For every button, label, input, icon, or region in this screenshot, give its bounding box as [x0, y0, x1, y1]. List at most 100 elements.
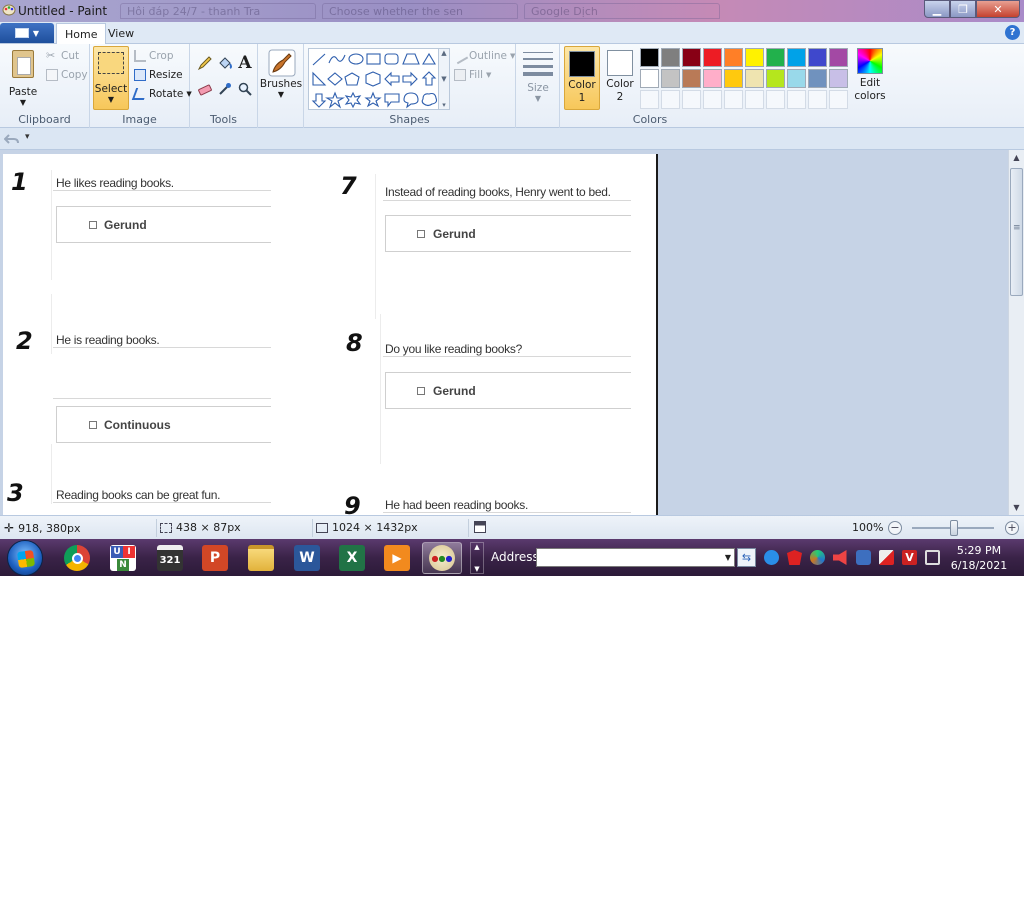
canvas-area[interactable]: 1 He likes reading books. Gerund 7 Inste…	[0, 150, 1008, 515]
color-swatch[interactable]	[640, 69, 659, 88]
rotate-button[interactable]: Rotate ▼	[131, 88, 192, 100]
color-swatch[interactable]	[787, 48, 806, 67]
color-swatch[interactable]	[745, 48, 764, 67]
color-swatch[interactable]	[703, 69, 722, 88]
tab-home[interactable]: Home	[56, 23, 107, 44]
divider	[375, 174, 376, 319]
custom-color-slot[interactable]	[829, 90, 848, 109]
custom-color-slot[interactable]	[766, 90, 785, 109]
paste-button[interactable]: Paste ▼	[6, 48, 40, 110]
color-swatch[interactable]	[808, 48, 827, 67]
cut-button[interactable]: ✂ Cut	[46, 50, 79, 63]
taskbar-media-player[interactable]: ▶	[377, 542, 417, 574]
fill-button[interactable]: Fill ▼	[454, 69, 491, 81]
vertical-scrollbar[interactable]: ▲ ▼	[1008, 150, 1024, 515]
zoom-in-button[interactable]: +	[1005, 521, 1019, 535]
taskbar-file-explorer[interactable]	[241, 542, 281, 574]
color-swatch[interactable]	[745, 69, 764, 88]
customize-qat-icon[interactable]: ▾	[25, 132, 30, 142]
chevron-down-icon[interactable]: ▼	[722, 549, 734, 566]
go-icon[interactable]: ⇆	[737, 548, 756, 567]
taskbar-word[interactable]: W	[287, 542, 327, 574]
shape-gallery[interactable]	[308, 48, 448, 110]
crop-button[interactable]: Crop	[134, 50, 174, 62]
size-button[interactable]: Size ▼	[522, 48, 554, 108]
magnifier-icon[interactable]	[236, 80, 254, 98]
custom-color-slot[interactable]	[745, 90, 764, 109]
scroll-down-icon[interactable]: ▼	[1009, 500, 1024, 515]
taskbar-chrome[interactable]	[57, 542, 97, 574]
color-swatch[interactable]	[808, 69, 827, 88]
zoom-out-button[interactable]: −	[888, 521, 902, 535]
network-globe-icon[interactable]	[810, 550, 825, 565]
color-swatch[interactable]	[640, 48, 659, 67]
custom-color-slot[interactable]	[682, 90, 701, 109]
gallery-scroll[interactable]: ▲ ▼ ▾	[438, 48, 450, 110]
color-swatch[interactable]	[703, 48, 722, 67]
vietkey-icon[interactable]: V	[902, 550, 917, 565]
text-tool-icon[interactable]: A	[236, 53, 254, 73]
custom-color-slot[interactable]	[661, 90, 680, 109]
scroll-up-icon[interactable]: ▲	[1009, 150, 1024, 165]
paint-menu-button[interactable]: ▼	[0, 23, 54, 43]
brushes-button[interactable]: Brushes ▼	[260, 48, 302, 104]
minimize-button[interactable]: ▁	[924, 0, 950, 18]
taskbar-unikey[interactable]: UIN	[103, 542, 143, 574]
taskbar-excel[interactable]: X	[332, 542, 372, 574]
color-swatch[interactable]	[766, 48, 785, 67]
color2-button[interactable]: Color 2	[602, 46, 638, 110]
color-wheel-icon	[857, 48, 883, 74]
address-input[interactable]	[536, 548, 735, 567]
select-button[interactable]: Select ▼	[93, 46, 129, 110]
tab-view[interactable]: View	[100, 23, 142, 44]
color-swatch[interactable]	[724, 69, 743, 88]
maximize-button[interactable]: ❐	[950, 0, 976, 18]
taskbar-paint[interactable]: ● ● ●	[422, 542, 462, 574]
zalo-icon[interactable]	[764, 550, 779, 565]
fill-bucket-icon[interactable]	[216, 54, 234, 72]
scroll-thumb[interactable]	[1010, 168, 1023, 296]
resize-button[interactable]: Resize	[134, 69, 183, 81]
color-swatch[interactable]	[829, 48, 848, 67]
color-swatch[interactable]	[682, 69, 701, 88]
color-swatch[interactable]	[682, 48, 701, 67]
taskbar-powerpoint[interactable]: P	[195, 542, 235, 574]
drawing-canvas[interactable]: 1 He likes reading books. Gerund 7 Inste…	[3, 154, 658, 515]
taskbar-countdown[interactable]: 321	[150, 542, 190, 574]
custom-color-slot[interactable]	[808, 90, 827, 109]
copy-button[interactable]: Copy	[46, 69, 88, 81]
zoom-slider-thumb[interactable]	[950, 520, 958, 536]
flag-icon[interactable]	[879, 550, 894, 565]
shield-icon[interactable]	[787, 550, 802, 565]
eraser-icon[interactable]	[196, 80, 214, 98]
show-desktop-icon[interactable]	[925, 550, 940, 565]
custom-color-slot[interactable]	[703, 90, 722, 109]
custom-color-slot[interactable]	[640, 90, 659, 109]
color-swatch[interactable]	[766, 69, 785, 88]
volume-icon[interactable]	[833, 550, 847, 565]
selection-size: 438 × 87px	[160, 521, 241, 534]
system-clock[interactable]: 5:29 PM 6/18/2021	[945, 543, 1013, 573]
edit-colors-button[interactable]: Edit colors	[852, 48, 888, 108]
pencil-icon[interactable]	[196, 54, 214, 72]
taskbar-scroll[interactable]: ▲ ▼	[470, 542, 484, 574]
start-button[interactable]	[7, 540, 43, 576]
background-tab: Google Dịch	[524, 3, 720, 19]
color-swatch[interactable]	[829, 69, 848, 88]
undo-icon[interactable]	[4, 131, 20, 147]
color1-button[interactable]: Color 1	[564, 46, 600, 110]
color-swatch[interactable]	[724, 48, 743, 67]
outline-button[interactable]: Outline ▼	[451, 47, 515, 65]
paint-app-icon[interactable]	[2, 3, 16, 17]
close-button[interactable]: ✕	[976, 0, 1020, 18]
background-browser-tabs: Hôi đáp 24/7 - thanh Tra Choose whether …	[120, 3, 720, 19]
color-swatch[interactable]	[661, 69, 680, 88]
custom-color-slot[interactable]	[724, 90, 743, 109]
help-icon[interactable]: ?	[1005, 25, 1020, 40]
color-swatch[interactable]	[787, 69, 806, 88]
custom-color-slot[interactable]	[787, 90, 806, 109]
color-swatch[interactable]	[661, 48, 680, 67]
color-picker-icon[interactable]	[216, 80, 234, 98]
monitor-icon[interactable]	[856, 550, 871, 565]
answer-label: Gerund	[433, 227, 476, 241]
